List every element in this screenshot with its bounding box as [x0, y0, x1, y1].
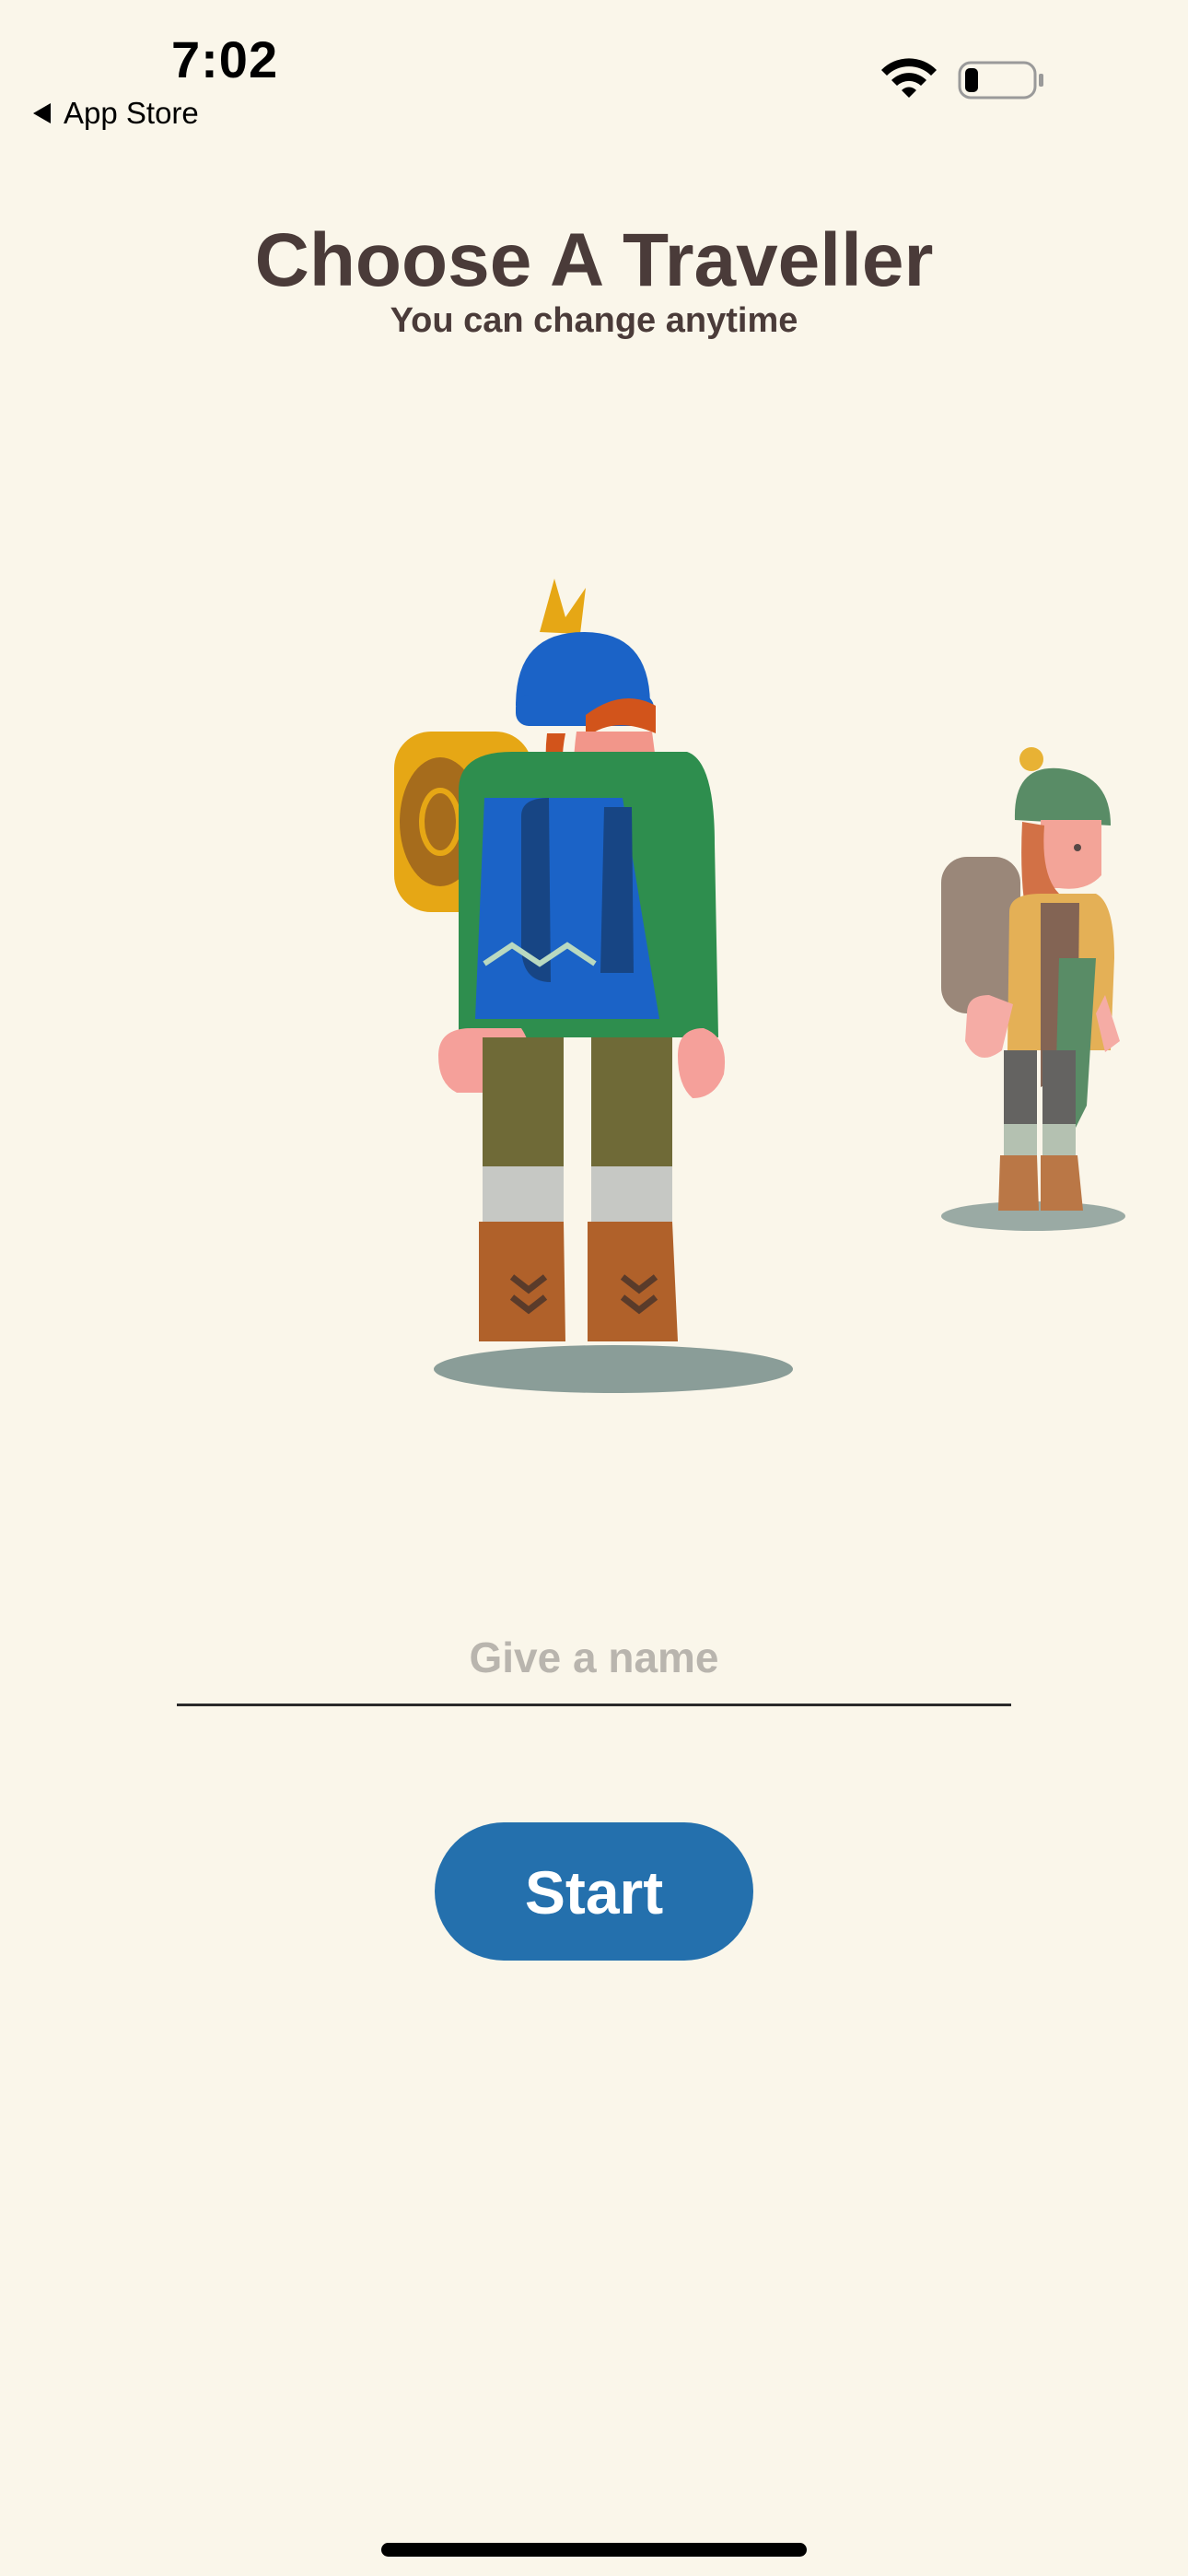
back-caret-icon: [33, 103, 51, 123]
wifi-icon: [881, 58, 937, 98]
battery-low-icon: [958, 61, 1043, 100]
traveller-select-screen: 7:02 App Store Choose A Traveller You ca…: [0, 0, 1188, 2576]
traveller-character-selected[interactable]: [383, 577, 807, 1406]
page-subtitle: You can change anytime: [390, 301, 798, 340]
status-time: 7:02: [171, 30, 279, 88]
back-to-app-store[interactable]: App Store: [33, 92, 199, 135]
name-input[interactable]: [177, 1610, 1011, 1706]
start-button[interactable]: Start: [435, 1822, 753, 1961]
traveller-character-next[interactable]: [930, 737, 1142, 1235]
back-label: App Store: [64, 96, 199, 130]
home-indicator[interactable]: [381, 2543, 807, 2557]
